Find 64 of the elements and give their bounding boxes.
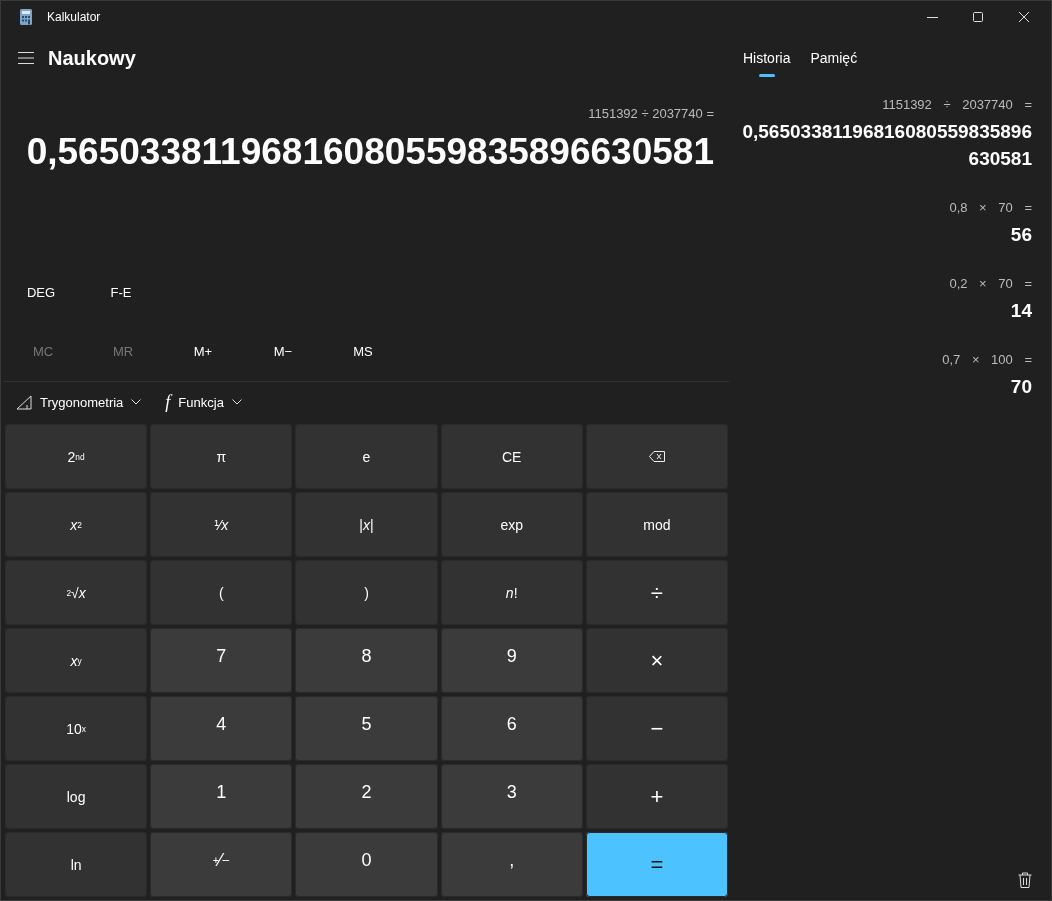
mode-button[interactable]: F-E — [81, 276, 161, 308]
history-result: 56 — [1009, 223, 1032, 247]
calculator-key[interactable]: 2$^{nd}$ — [5, 424, 148, 489]
calculator-key[interactable]: log — [5, 764, 148, 829]
calculator-key[interactable]: CE — [440, 424, 583, 489]
triangle-ruler-icon — [16, 394, 32, 410]
tab[interactable]: Historia — [736, 33, 798, 83]
calculator-key[interactable]: , — [440, 832, 583, 897]
calculator-key[interactable]: ¹⁄x — [150, 492, 293, 557]
calculator-key[interactable]: 1 — [150, 764, 293, 829]
calculator-key[interactable]: 10$^{x}$ — [5, 696, 148, 761]
window-title: Kalkulator — [47, 10, 101, 24]
calculator-key[interactable]: x$^{2}$ — [5, 492, 148, 557]
calculator-key[interactable]: 0 — [295, 832, 438, 897]
calculator-key[interactable]: 4 — [150, 696, 293, 761]
expression-text: 1151392 ÷ 2037740 = — [588, 106, 714, 121]
calculator-key[interactable]: ) — [295, 560, 438, 625]
calculator-icon — [19, 9, 33, 25]
dropdown-button[interactable]: f Funkcja — [162, 387, 245, 417]
maximize-icon[interactable] — [973, 12, 983, 22]
memory-button[interactable]: MS — [323, 335, 403, 367]
history-result: 14 — [1009, 299, 1032, 323]
calculator-key[interactable]: $^{2}$√x — [5, 560, 148, 625]
calculator-key[interactable]: × — [585, 628, 728, 693]
calculator-key[interactable]: ( — [150, 560, 293, 625]
calculator-key[interactable]: n! — [440, 560, 583, 625]
calculator-key[interactable]: mod — [585, 492, 728, 557]
chevron-down-icon — [131, 399, 142, 405]
calculator-key[interactable]: 7 — [150, 628, 293, 693]
calculator-key[interactable]: 6 — [440, 696, 583, 761]
calculator-key[interactable]: 9 — [440, 628, 583, 693]
minimize-icon[interactable] — [926, 16, 938, 18]
history-result: 70 — [1009, 375, 1032, 399]
calculator-key[interactable]: 5 — [295, 696, 438, 761]
calculator-key[interactable]: exp — [440, 492, 583, 557]
equals-key[interactable]: = — [585, 832, 728, 897]
close-icon[interactable] — [1019, 12, 1029, 22]
chevron-down-icon — [231, 399, 242, 405]
display-value: 0,56503381196816080559835896630581 — [26, 131, 714, 173]
calculator-key[interactable]: 3 — [440, 764, 583, 829]
history-expression: 1151392 ÷ 2037740 = — [882, 97, 1032, 112]
tab[interactable]: Pamięć — [803, 33, 865, 83]
trash-icon[interactable] — [1018, 872, 1032, 888]
memory-button[interactable]: M+ — [163, 335, 243, 367]
calculator-key[interactable]: 8 — [295, 628, 438, 693]
mode-title: Naukowy — [48, 46, 136, 70]
calculator-key[interactable]: ln — [5, 832, 148, 897]
backspace-icon — [648, 451, 665, 462]
calculator-key[interactable]: x$^{y}$ — [5, 628, 148, 693]
calculator-key[interactable]: 2 — [295, 764, 438, 829]
mode-button[interactable]: DEG — [1, 276, 81, 308]
calculator-key[interactable]: + — [585, 764, 728, 829]
history-expression: 0,7 × 100 = — [942, 352, 1032, 367]
calculator-key[interactable]: π — [150, 424, 293, 489]
dropdown-button[interactable]: Trygonometria — [13, 390, 145, 414]
calculator-key[interactable]: − — [585, 696, 728, 761]
history-expression: 0,8 × 70 = — [949, 200, 1032, 215]
history-result: 0,56503381196816080559835896630581 — [741, 120, 1032, 171]
history-expression: 0,2 × 70 = — [949, 276, 1032, 291]
memory-button[interactable]: M− — [243, 335, 323, 367]
calculator-key[interactable]: |x| — [295, 492, 438, 557]
menu-icon[interactable] — [18, 52, 34, 64]
calculator-key[interactable]: ÷ — [585, 560, 728, 625]
calculator-key[interactable]: e — [295, 424, 438, 489]
